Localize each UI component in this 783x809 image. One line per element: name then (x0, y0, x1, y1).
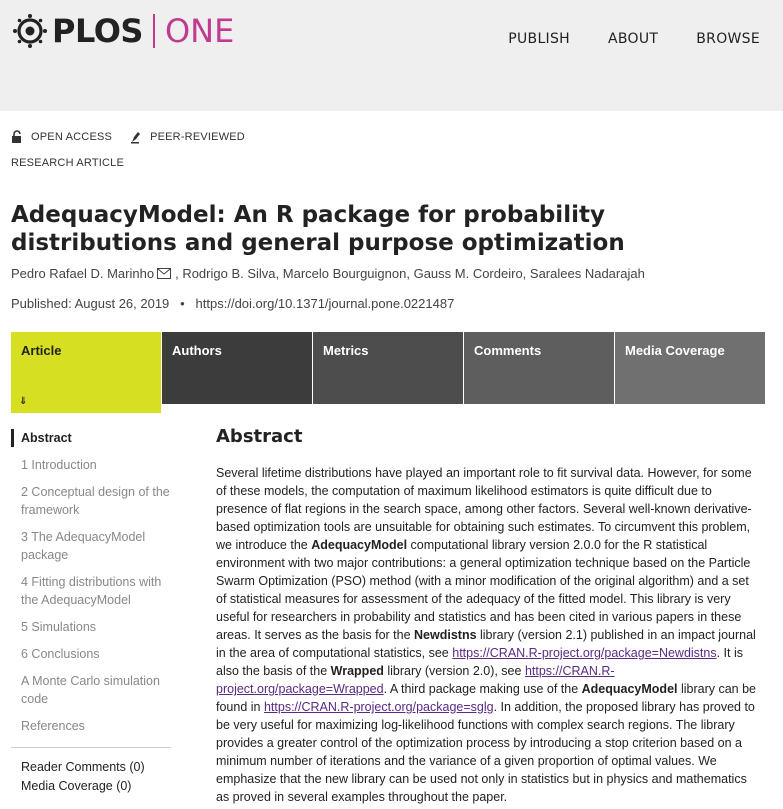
author-name[interactable]: Marcelo Bourguignon (283, 266, 407, 281)
author-name[interactable]: Pedro Rafael D. Marinho (11, 266, 154, 281)
toc-conclusions[interactable]: 6 Conclusions (11, 645, 171, 663)
tab-label: Article (21, 343, 62, 358)
table-of-contents: Abstract 1 Introduction 2 Conceptual des… (11, 429, 171, 798)
toc-package[interactable]: 3 The AdequacyModel package (11, 528, 171, 564)
abstract-heading: Abstract (216, 426, 303, 447)
article-tabs: Article ⇓ Authors Metrics Comments Media… (11, 332, 765, 413)
tab-comments[interactable]: Comments (464, 332, 614, 404)
doi-link[interactable]: https://doi.org/10.1371/journal.pone.022… (196, 296, 455, 311)
author-name[interactable]: Gauss M. Cordeiro (414, 266, 523, 281)
logo-plos-text: PLOS (52, 12, 143, 50)
tab-label: Media Coverage (625, 343, 725, 358)
peer-reviewed-label: PEER-REVIEWED (150, 131, 245, 143)
toc-simulations[interactable]: 5 Simulations (11, 618, 171, 636)
tab-article[interactable]: Article ⇓ (11, 332, 161, 413)
tab-label: Comments (474, 343, 542, 358)
toc-monte-carlo[interactable]: A Monte Carlo simulation code (11, 672, 171, 708)
published-date: Published: August 26, 2019 (11, 296, 170, 311)
cran-sglg-link[interactable]: https://CRAN.R-project.org/package=sglg (264, 700, 494, 714)
author-list: Pedro Rafael D. Marinho , Rodrigo B. Sil… (11, 266, 645, 281)
cran-newdistns-link[interactable]: https://CRAN.R-project.org/package=Newdi… (452, 646, 716, 660)
tab-authors[interactable]: Authors (162, 332, 312, 404)
toc-conceptual-design[interactable]: 2 Conceptual design of the framework (11, 483, 171, 519)
article-type: RESEARCH ARTICLE (11, 157, 125, 169)
email-icon[interactable] (157, 268, 172, 279)
toc-fitting[interactable]: 4 Fitting distributions with the Adequac… (11, 573, 171, 609)
chevron-down-icon: ⇓ (19, 396, 28, 407)
open-lock-icon (12, 130, 21, 143)
abstract-text: Several lifetime distributions have play… (216, 466, 757, 804)
tab-label: Metrics (323, 343, 369, 358)
plos-logo-icon (13, 14, 47, 48)
toc-references[interactable]: References (11, 717, 171, 735)
toc-introduction[interactable]: 1 Introduction (11, 456, 171, 474)
article-badges: OPEN ACCESS PEER-REVIEWED (11, 130, 263, 144)
nav-publish[interactable]: PUBLISH (508, 31, 570, 47)
peer-reviewed-pen-icon (131, 132, 141, 144)
article-title: AdequacyModel: An R package for probabil… (11, 202, 625, 256)
tab-media-coverage[interactable]: Media Coverage (615, 332, 765, 404)
tab-label: Authors (172, 343, 222, 358)
author-name[interactable]: Saralees Nadarajah (530, 266, 645, 281)
article-body: Abstract Several lifetime distributions … (216, 426, 761, 806)
nav-browse[interactable]: BROWSE (696, 31, 760, 47)
reader-comments-link[interactable]: Reader Comments (0) (11, 760, 171, 774)
author-name[interactable]: Rodrigo B. Silva (182, 266, 275, 281)
plos-one-logo[interactable]: PLOS ONE (12, 12, 234, 50)
site-header: PLOS ONE PUBLISH ABOUT BROWSE (0, 0, 783, 111)
publication-info: Published: August 26, 2019 • https://doi… (11, 296, 455, 311)
sidebar-divider (11, 747, 171, 748)
tab-metrics[interactable]: Metrics (313, 332, 463, 404)
media-coverage-link[interactable]: Media Coverage (0) (11, 779, 171, 793)
top-navigation: PUBLISH ABOUT BROWSE (470, 31, 760, 47)
logo-divider (152, 14, 155, 48)
logo-one-text: ONE (164, 12, 235, 50)
nav-about[interactable]: ABOUT (608, 31, 658, 47)
toc-abstract[interactable]: Abstract (11, 429, 171, 447)
open-access-label: OPEN ACCESS (31, 131, 113, 143)
